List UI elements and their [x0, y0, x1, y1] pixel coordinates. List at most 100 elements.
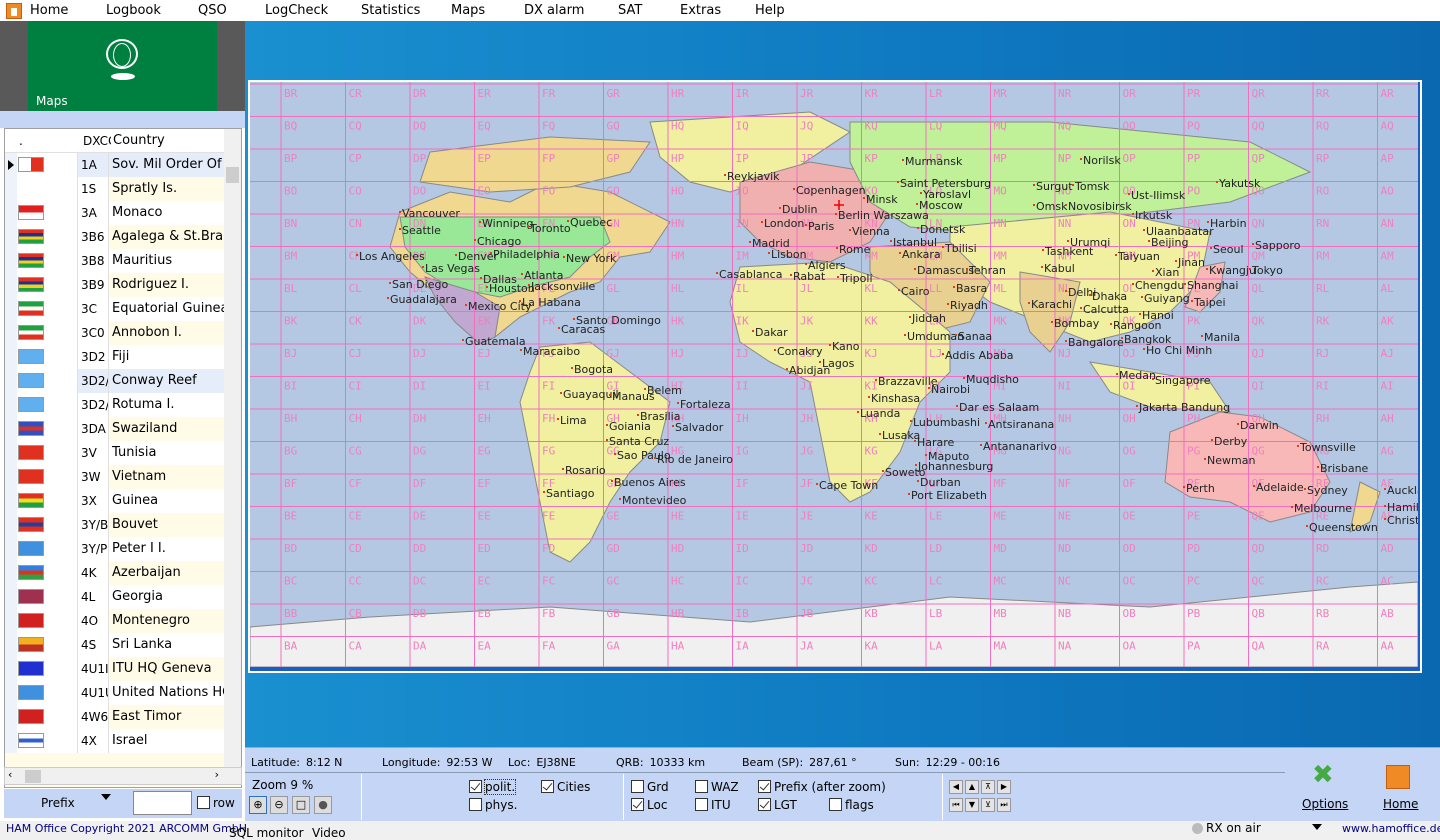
chevron-down-icon[interactable] — [101, 794, 111, 800]
table-row[interactable]: 4W6 East Timor — [5, 704, 241, 729]
city-marker — [399, 211, 401, 213]
table-row[interactable]: 3D2/Rotuma I. — [5, 392, 241, 417]
phys-checkbox[interactable]: phys. — [469, 798, 517, 812]
pan-far-left-icon[interactable]: ⏮ — [949, 798, 963, 812]
city-label: Cape Town — [819, 479, 878, 492]
table-row[interactable]: 4X Israel — [5, 728, 241, 753]
select-area-icon[interactable]: □ — [292, 796, 310, 814]
table-row[interactable]: 4U1I ITU HQ Geneva — [5, 656, 241, 681]
table-row[interactable]: 3Y/P Peter I I. — [5, 536, 241, 561]
table-row[interactable]: 3W Vietnam — [5, 464, 241, 489]
grid-square-label: ME — [994, 510, 1007, 523]
city-label: Casablanca — [719, 268, 782, 281]
table-row[interactable]: 3D2 Fiji — [5, 344, 241, 369]
row-indicator — [5, 272, 17, 297]
grid-square-label: DI — [413, 380, 426, 393]
table-row[interactable]: 4L Georgia — [5, 584, 241, 609]
menu-dx-alarm[interactable]: DX alarm — [524, 3, 584, 18]
grid-square-label: NE — [1058, 510, 1071, 523]
row-checkbox[interactable]: row — [197, 796, 235, 810]
table-row[interactable]: 3Y/B Bouvet — [5, 512, 241, 537]
zoom-in-icon[interactable]: ⊕ — [249, 796, 267, 814]
pan-right-icon[interactable]: ▶ — [997, 780, 1011, 794]
loc-checkbox[interactable]: Loc — [631, 798, 667, 812]
menu-logcheck[interactable]: LogCheck — [265, 3, 328, 18]
city-marker — [389, 282, 391, 284]
grid-square-label: CD — [349, 542, 362, 555]
polit-checkbox[interactable]: polit. — [469, 779, 517, 795]
scroll-right-icon[interactable]: › — [215, 768, 219, 781]
menu-extras[interactable]: Extras — [680, 3, 721, 18]
prefix-after-zoom-checkbox[interactable]: Prefix (after zoom) — [758, 780, 886, 794]
pan-bottom-icon[interactable]: ⊻ — [981, 798, 995, 812]
grd-checkbox[interactable]: Grd — [631, 780, 669, 794]
city-label: Copenhagen — [796, 184, 866, 197]
horizontal-scrollbar[interactable]: ‹ › — [4, 767, 242, 785]
pan-far-right-icon[interactable]: ⏭ — [997, 798, 1011, 812]
menu-home[interactable]: Home — [30, 3, 68, 18]
country-cell: Spratly Is. — [109, 176, 241, 201]
table-row[interactable]: 1A Sov. Mil Order Of M — [5, 152, 241, 177]
table-row[interactable]: 3X Guinea — [5, 488, 241, 513]
table-row[interactable]: 3B8 Mauritius — [5, 248, 241, 273]
flags-checkbox[interactable]: flags — [829, 798, 874, 812]
menu-maps[interactable]: Maps — [451, 3, 485, 18]
dxcc-cell: 3B8 — [77, 248, 109, 273]
table-row[interactable]: 4K Azerbaijan — [5, 560, 241, 585]
options-button[interactable]: ✖ Options — [1300, 760, 1348, 820]
table-row[interactable]: 3C Equatorial Guinea — [5, 296, 241, 321]
table-row[interactable]: 3B9 Rodriguez I. — [5, 272, 241, 297]
table-row[interactable]: 3C0 Annobon I. — [5, 320, 241, 345]
col-country-header[interactable]: Country — [111, 133, 165, 148]
table-row[interactable]: 4U1UUnited Nations HQ — [5, 680, 241, 705]
waz-checkbox[interactable]: WAZ — [695, 780, 739, 794]
table-row[interactable]: 1S Spratly Is. — [5, 176, 241, 201]
table-row[interactable]: 3D2/Conway Reef — [5, 368, 241, 393]
lgt-checkbox[interactable]: LGT — [758, 798, 797, 812]
grid-square-label: LB — [929, 607, 943, 620]
menu-help[interactable]: Help — [755, 3, 785, 18]
menu-sat[interactable]: SAT — [618, 3, 642, 18]
city-marker — [917, 480, 919, 482]
world-map[interactable]: BR BQ BP BO BN BM BL BK BJ BI BH BG BF BE BD BC BB BA CR CQ… — [250, 82, 1418, 667]
home-button[interactable]: Home — [1380, 760, 1424, 820]
scroll-thumb[interactable] — [226, 167, 239, 183]
pan-top-icon[interactable]: ⊼ — [981, 780, 995, 794]
chevron-down-icon[interactable] — [1312, 824, 1322, 830]
vertical-scrollbar[interactable] — [224, 129, 241, 769]
city-marker — [1110, 323, 1112, 325]
city-label: Townsville — [1299, 441, 1356, 454]
hscroll-thumb[interactable] — [25, 770, 41, 783]
website-link[interactable]: www.hamoffice.de — [1342, 822, 1440, 835]
zoom-out-icon[interactable]: ⊖ — [270, 796, 288, 814]
cities-checkbox[interactable]: Cities — [541, 780, 590, 794]
table-row[interactable]: 4S Sri Lanka — [5, 632, 241, 657]
globe-reset-icon[interactable]: ● — [314, 796, 332, 814]
prefix-search-input[interactable] — [133, 791, 192, 815]
row-indicator — [5, 584, 17, 609]
pan-left-icon[interactable]: ◀ — [949, 780, 963, 794]
col-flag-header[interactable]: . — [5, 134, 81, 148]
table-row[interactable]: 3V Tunisia — [5, 440, 241, 465]
menu-qso[interactable]: QSO — [198, 3, 227, 18]
table-row[interactable]: 3DA Swaziland — [5, 416, 241, 441]
city-marker — [677, 402, 679, 404]
menu-logbook[interactable]: Logbook — [106, 3, 161, 18]
table-row[interactable]: 4O Montenegro — [5, 608, 241, 633]
country-cell: East Timor — [109, 704, 241, 729]
itu-checkbox[interactable]: ITU — [695, 798, 731, 812]
app-home-icon[interactable] — [6, 2, 22, 19]
col-dxcc-header[interactable]: DXCC — [81, 134, 111, 148]
pan-down-icon[interactable]: ▼ — [965, 798, 979, 812]
city-label: Kinshasa — [871, 392, 920, 405]
city-marker — [465, 304, 467, 306]
maps-tile[interactable]: Maps — [28, 21, 217, 111]
grid-square-label: AP — [1381, 152, 1395, 165]
prefix-dropdown[interactable]: Prefix — [41, 796, 75, 810]
table-row[interactable]: 3B6Agalega & St.Brandon — [5, 224, 241, 249]
pan-up-icon[interactable]: ▲ — [965, 780, 979, 794]
dxcc-table[interactable]: . DXCC Country 1ASov. Mil Order Of M1SSp… — [4, 128, 242, 788]
scroll-left-icon[interactable]: ‹ — [8, 768, 12, 781]
menu-statistics[interactable]: Statistics — [361, 3, 420, 18]
table-row[interactable]: 3A Monaco — [5, 200, 241, 225]
